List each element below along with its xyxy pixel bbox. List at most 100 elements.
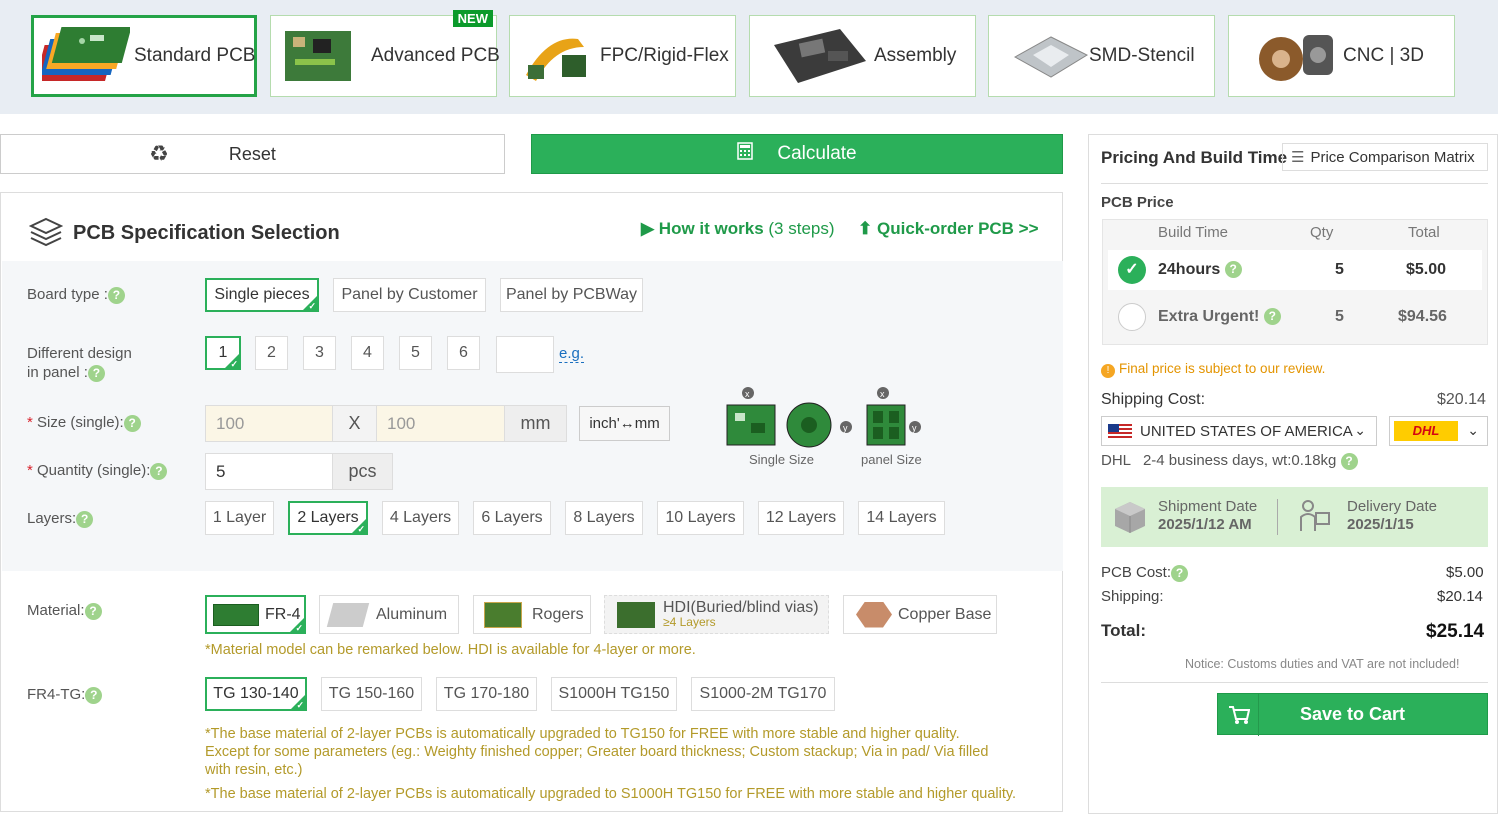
layer-option-14[interactable]: 14 Layers	[858, 501, 945, 535]
design-option-2[interactable]: 2	[255, 336, 288, 370]
layer-option-8[interactable]: 8 Layers	[565, 501, 643, 535]
quantity-unit: pcs	[332, 453, 393, 490]
unit-toggle-button[interactable]: inch'↔mm	[579, 406, 670, 441]
design-option-4[interactable]: 4	[351, 336, 384, 370]
shipping-value: $20.14	[1437, 588, 1483, 605]
size-height-input[interactable]: 100	[376, 405, 505, 442]
save-to-cart-button[interactable]: Save to Cart	[1217, 693, 1488, 736]
price-table: Build Time Qty Total ✓ 24hours ? 5 $5.00…	[1102, 219, 1488, 345]
panel-size-caption: panel Size	[861, 452, 922, 467]
svg-text:y: y	[843, 423, 848, 433]
tab-label: CNC | 3D	[1343, 45, 1424, 66]
customs-notice: Notice: Customs duties and VAT are not i…	[1185, 657, 1460, 671]
tg-option-130[interactable]: TG 130-140	[205, 677, 307, 711]
layer-option-1[interactable]: 1 Layer	[205, 501, 274, 535]
help-icon[interactable]: ?	[150, 462, 168, 480]
svg-text:x: x	[880, 389, 885, 399]
cart-icon	[1228, 705, 1251, 730]
layer-option-10[interactable]: 10 Layers	[657, 501, 744, 535]
material-rogers[interactable]: Rogers	[473, 595, 591, 634]
board-type-single[interactable]: Single pieces	[205, 278, 319, 312]
calculate-button[interactable]: Calculate	[531, 134, 1063, 174]
design-option-3[interactable]: 3	[303, 336, 336, 370]
help-icon[interactable]: ?	[123, 414, 141, 432]
design-option-5[interactable]: 5	[399, 336, 432, 370]
new-badge: NEW	[452, 10, 493, 27]
single-size-caption: Single Size	[749, 452, 815, 467]
cnc-image	[1255, 25, 1343, 87]
tab-cnc-3d[interactable]: CNC | 3D	[1228, 15, 1455, 97]
tg-option-170[interactable]: TG 170-180	[436, 677, 537, 711]
material-copper-base[interactable]: Copper Base	[843, 595, 997, 634]
shipment-date-label: Shipment Date	[1158, 498, 1258, 515]
board-type-panel-pcbway[interactable]: Panel by PCBWay	[500, 278, 643, 312]
material-fr4[interactable]: FR-4	[205, 595, 306, 634]
spec-title: PCB Specification Selection	[73, 222, 340, 244]
tg-option-s1000h[interactable]: S1000H TG150	[551, 677, 677, 711]
material-hdi[interactable]: HDI(Buried/blind vias) ≥4 Layers	[604, 595, 829, 634]
board-type-panel-customer[interactable]: Panel by Customer	[333, 278, 486, 312]
reset-button[interactable]: ♻ Reset	[0, 134, 505, 174]
layer-option-4[interactable]: 4 Layers	[382, 501, 459, 535]
shipping-cost-value: $20.14	[1437, 391, 1486, 408]
price-row-24h[interactable]: ✓ 24hours ? 5 $5.00	[1108, 250, 1482, 290]
tab-label: Advanced PCB	[371, 45, 500, 66]
tab-advanced-pcb[interactable]: Advanced PCB NEW	[270, 10, 500, 97]
col-build-time: Build Time	[1158, 224, 1229, 241]
delivery-date: 2025/1/15	[1347, 516, 1414, 533]
help-icon[interactable]: ?	[1171, 564, 1189, 582]
example-link[interactable]: e.g.	[559, 345, 585, 363]
how-it-works-link[interactable]: ▶ How it works (3 steps)	[641, 219, 835, 239]
help-icon[interactable]: ?	[85, 686, 103, 704]
fpc-image	[518, 25, 594, 87]
help-icon[interactable]: ?	[84, 602, 102, 620]
tg-option-150[interactable]: TG 150-160	[321, 677, 422, 711]
tab-assembly[interactable]: Assembly	[749, 15, 976, 97]
pcb-cost-label: PCB Cost:?	[1101, 564, 1189, 582]
unselected-radio-icon	[1118, 303, 1146, 331]
layer-option-12[interactable]: 12 Layers	[758, 501, 844, 535]
help-icon[interactable]: ?	[1224, 261, 1242, 279]
layer-option-2[interactable]: 2 Layers	[288, 501, 368, 535]
price-matrix-button[interactable]: ☰ Price Comparison Matrix	[1282, 143, 1488, 171]
row-total: $5.00	[1406, 261, 1447, 278]
help-icon[interactable]: ?	[107, 286, 125, 304]
dhl-logo: DHL	[1394, 421, 1458, 441]
layers-label: Layers:?	[27, 510, 94, 528]
material-note: *Material model can be remarked below. H…	[205, 642, 696, 658]
assembly-image	[770, 25, 870, 87]
spec-header: PCB Specification Selection ▶ How it wor…	[1, 193, 1062, 260]
carrier-select[interactable]: DHL ⌄	[1389, 416, 1488, 446]
chevron-down-icon: ⌄	[1467, 422, 1479, 438]
help-icon[interactable]: ?	[76, 510, 94, 528]
material-aluminum[interactable]: Aluminum	[319, 595, 459, 634]
design-option-6[interactable]: 6	[447, 336, 480, 370]
info-icon: !	[1101, 364, 1115, 378]
layers-stack-icon	[28, 217, 64, 253]
build-time: Extra Urgent! ?	[1158, 308, 1281, 326]
help-icon[interactable]: ?	[87, 364, 105, 382]
product-tabs-bar: Standard PCB Advanced PCB NEW FPC/Rigid-…	[0, 0, 1498, 114]
design-count-input[interactable]	[496, 336, 554, 373]
material-label: Material:?	[27, 602, 102, 620]
tab-fpc-rigid-flex[interactable]: FPC/Rigid-Flex	[509, 15, 736, 97]
save-label: Save to Cart	[1299, 703, 1406, 724]
country-select[interactable]: UNITED STATES OF AMERICA ⌄	[1101, 416, 1377, 446]
build-time: 24hours ?	[1158, 261, 1242, 279]
size-width-input[interactable]: 100	[205, 405, 333, 442]
layer-option-6[interactable]: 6 Layers	[473, 501, 551, 535]
price-row-urgent[interactable]: Extra Urgent! ? 5 $94.56	[1108, 297, 1482, 337]
quantity-label: * Quantity (single):?	[27, 462, 168, 480]
design-option-1[interactable]: 1	[205, 336, 241, 370]
quick-order-link[interactable]: ⬆ Quick-order PCB >>	[858, 219, 1039, 239]
quantity-input[interactable]: 5	[205, 453, 333, 490]
tab-label: FPC/Rigid-Flex	[600, 45, 729, 66]
tab-standard-pcb[interactable]: Standard PCB	[31, 15, 257, 97]
tg-option-s1000-2m[interactable]: S1000-2M TG170	[691, 677, 835, 711]
help-icon[interactable]: ?	[1263, 308, 1281, 326]
help-icon[interactable]: ?	[1340, 452, 1358, 470]
row-qty: 5	[1335, 308, 1344, 325]
shipping-cost-label: Shipping Cost:	[1101, 391, 1206, 408]
tab-smd-stencil[interactable]: SMD-Stencil	[988, 15, 1215, 97]
package-icon	[1113, 500, 1147, 538]
